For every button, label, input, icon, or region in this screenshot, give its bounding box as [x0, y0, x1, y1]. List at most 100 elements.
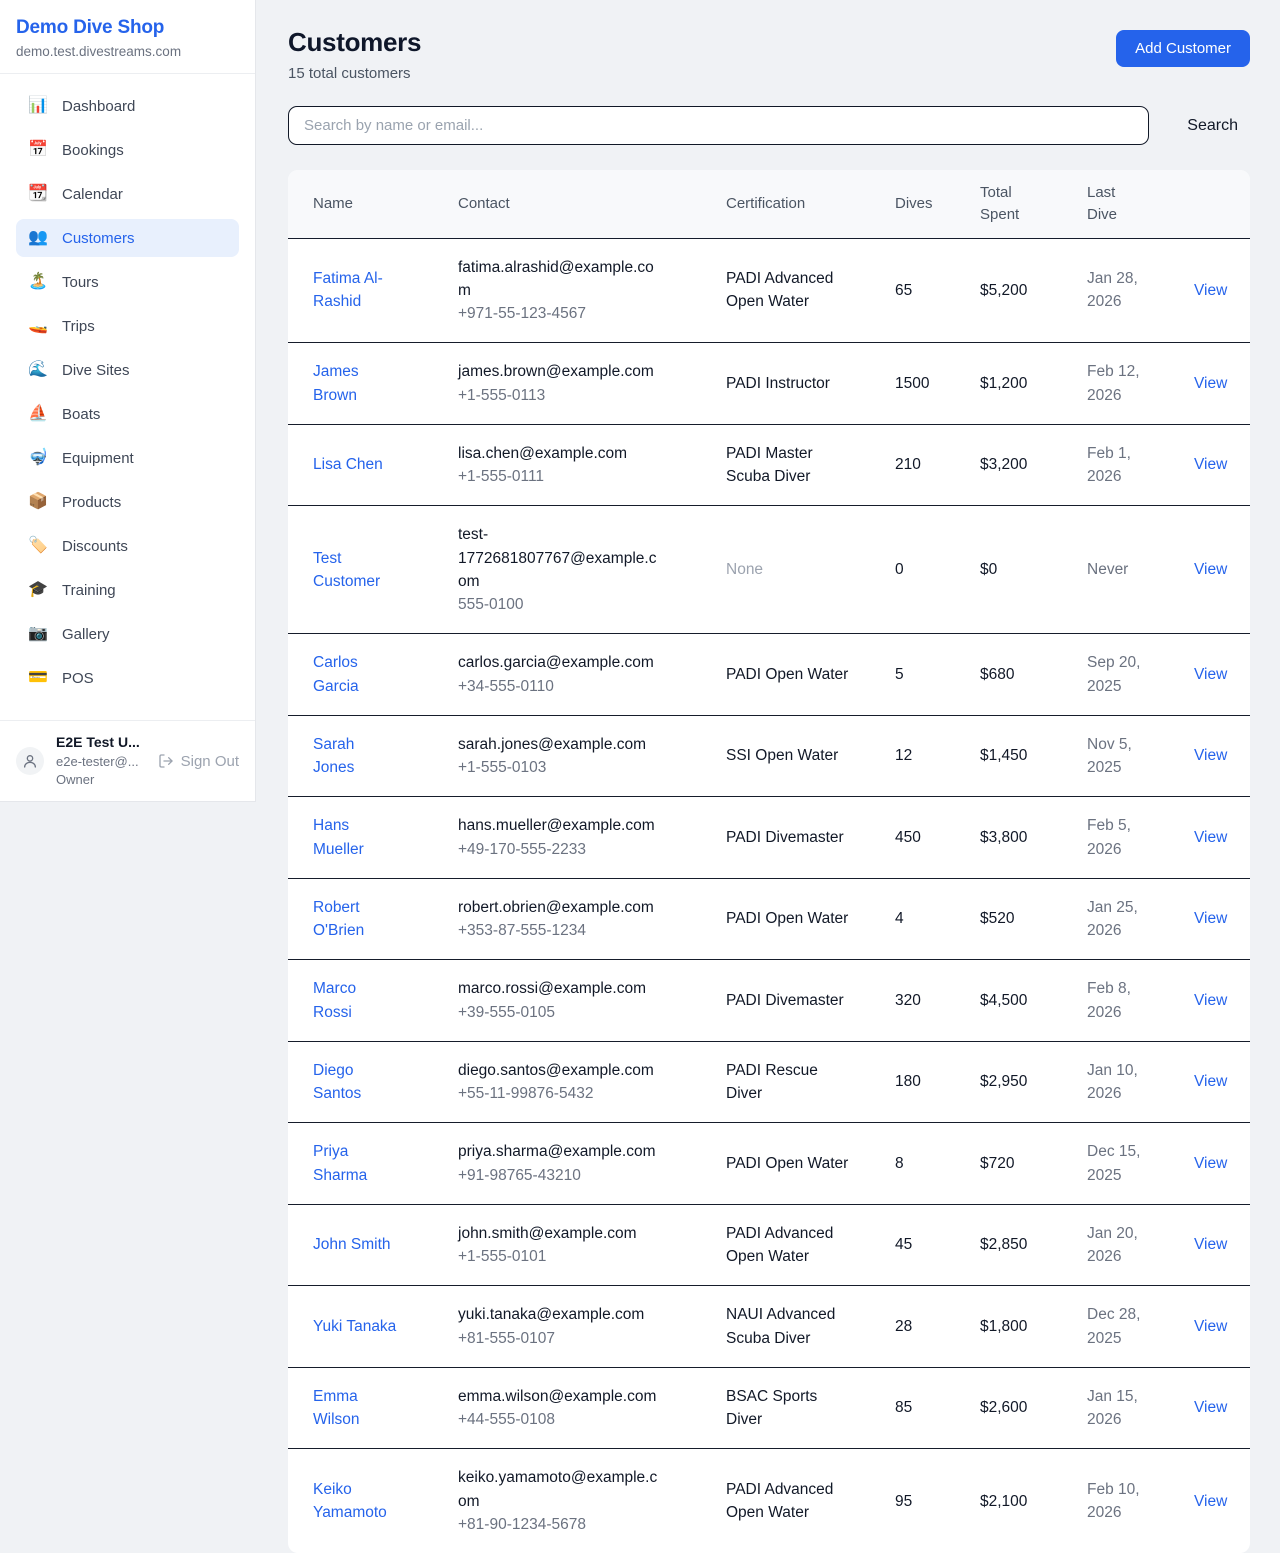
search-row: Search [288, 106, 1250, 145]
customer-name-link[interactable]: Test Customer [313, 550, 380, 590]
customer-last-dive: Never [1087, 561, 1128, 578]
customer-dives: 12 [895, 747, 912, 764]
table-row: Marco Rossi marco.rossi@example.com +39-… [288, 960, 1250, 1042]
customer-name-link[interactable]: Yuki Tanaka [313, 1318, 396, 1335]
sidebar-item-pos[interactable]: 💳 POS [16, 659, 239, 697]
customer-name-link[interactable]: Priya Sharma [313, 1143, 367, 1183]
customer-last-dive: Feb 12, 2026 [1087, 363, 1140, 403]
search-input[interactable] [288, 106, 1149, 145]
customer-name-link[interactable]: Hans Mueller [313, 817, 364, 857]
customer-last-dive: Jan 20, 2026 [1087, 1225, 1138, 1265]
sidebar-item-dive-sites[interactable]: 🌊 Dive Sites [16, 351, 239, 389]
view-link[interactable]: View [1194, 747, 1227, 764]
customer-name-link[interactable]: Robert O'Brien [313, 899, 364, 939]
view-link[interactable]: View [1194, 1318, 1227, 1335]
customers-table: Name Contact Certification Dives Total S… [288, 170, 1250, 1553]
customer-last-dive: Feb 10, 2026 [1087, 1481, 1140, 1521]
customer-total-spent: $680 [980, 666, 1014, 683]
sidebar-item-trips[interactable]: 🚤 Trips [16, 307, 239, 345]
customer-total-spent: $2,600 [980, 1399, 1027, 1416]
sidebar-item-label: Equipment [62, 450, 134, 467]
customer-name-link[interactable]: Sarah Jones [313, 736, 354, 776]
view-link[interactable]: View [1194, 1073, 1227, 1090]
sidebar-item-tours[interactable]: 🏝️ Tours [16, 263, 239, 301]
customer-name-link[interactable]: Carlos Garcia [313, 654, 359, 694]
customer-total-spent: $2,100 [980, 1493, 1027, 1510]
view-link[interactable]: View [1194, 375, 1227, 392]
sidebar-item-customers[interactable]: 👥 Customers [16, 219, 239, 257]
sidebar-item-equipment[interactable]: 🤿 Equipment [16, 439, 239, 477]
customer-total-spent: $3,800 [980, 829, 1027, 846]
table-row: Robert O'Brien robert.obrien@example.com… [288, 878, 1250, 960]
view-link[interactable]: View [1194, 829, 1227, 846]
calendar-icon: 📆 [28, 186, 48, 202]
sidebar-item-products[interactable]: 📦 Products [16, 483, 239, 521]
customer-dives: 45 [895, 1236, 912, 1253]
search-button[interactable]: Search [1175, 109, 1250, 143]
customer-name-link[interactable]: Emma Wilson [313, 1388, 360, 1428]
view-link[interactable]: View [1194, 456, 1227, 473]
sign-out-button[interactable]: Sign Out [158, 753, 239, 770]
customer-email: robert.obrien@example.com [458, 896, 663, 919]
view-link[interactable]: View [1194, 992, 1227, 1009]
customer-name-link[interactable]: Diego Santos [313, 1062, 361, 1102]
sidebar-item-discounts[interactable]: 🏷️ Discounts [16, 527, 239, 565]
customer-certification: PADI Open Water [726, 666, 848, 683]
customer-email: john.smith@example.com [458, 1222, 663, 1245]
table-row: Hans Mueller hans.mueller@example.com +4… [288, 797, 1250, 879]
column-header-last-dive: Last Dive [1062, 170, 1169, 238]
customer-certification: PADI Instructor [726, 375, 830, 392]
sidebar: Demo Dive Shop demo.test.divestreams.com… [0, 0, 256, 802]
customer-name-link[interactable]: Marco Rossi [313, 980, 356, 1020]
sidebar-item-bookings[interactable]: 📅 Bookings [16, 131, 239, 169]
table-row: Test Customer test-1772681807767@example… [288, 506, 1250, 634]
customer-total-spent: $520 [980, 910, 1014, 927]
person-icon [22, 753, 38, 769]
customer-dives: 95 [895, 1493, 912, 1510]
sidebar-nav: 📊 Dashboard 📅 Bookings 📆 Calendar 👥 Cust… [0, 74, 255, 720]
customer-last-dive: Dec 28, 2025 [1087, 1306, 1140, 1346]
table-row: Sarah Jones sarah.jones@example.com +1-5… [288, 715, 1250, 797]
sidebar-item-label: POS [62, 670, 94, 687]
customer-certification: NAUI Advanced Scuba Diver [726, 1306, 835, 1346]
customer-name-link[interactable]: James Brown [313, 363, 359, 403]
view-link[interactable]: View [1194, 910, 1227, 927]
customer-email: emma.wilson@example.com [458, 1385, 663, 1408]
sidebar-item-gallery[interactable]: 📷 Gallery [16, 615, 239, 653]
customer-phone: +81-90-1234-5678 [458, 1513, 663, 1536]
view-link[interactable]: View [1194, 1155, 1227, 1172]
brand-block: Demo Dive Shop demo.test.divestreams.com [0, 0, 255, 74]
add-customer-button[interactable]: Add Customer [1116, 30, 1250, 67]
customer-certification: PADI Advanced Open Water [726, 270, 833, 310]
sidebar-item-training[interactable]: 🎓 Training [16, 571, 239, 609]
table-row: James Brown james.brown@example.com +1-5… [288, 343, 1250, 425]
sidebar-item-calendar[interactable]: 📆 Calendar [16, 175, 239, 213]
sidebar-item-dashboard[interactable]: 📊 Dashboard [16, 87, 239, 125]
view-link[interactable]: View [1194, 1399, 1227, 1416]
customer-name-link[interactable]: Lisa Chen [313, 456, 383, 473]
customer-name-link[interactable]: Fatima Al-Rashid [313, 270, 383, 310]
table-row: Carlos Garcia carlos.garcia@example.com … [288, 634, 1250, 716]
view-link[interactable]: View [1194, 666, 1227, 683]
customer-name-link[interactable]: Keiko Yamamoto [313, 1481, 387, 1521]
view-link[interactable]: View [1194, 1493, 1227, 1510]
sidebar-item-boats[interactable]: ⛵ Boats [16, 395, 239, 433]
customer-email: lisa.chen@example.com [458, 442, 663, 465]
customer-certification: BSAC Sports Diver [726, 1388, 817, 1428]
view-link[interactable]: View [1194, 282, 1227, 299]
customer-name-link[interactable]: John Smith [313, 1236, 391, 1253]
gallery-icon: 📷 [28, 626, 48, 642]
customer-last-dive: Dec 15, 2025 [1087, 1143, 1140, 1183]
view-link[interactable]: View [1194, 561, 1227, 578]
customer-total-spent: $2,950 [980, 1073, 1027, 1090]
customers-table-body: Fatima Al-Rashid fatima.alrashid@example… [288, 238, 1250, 1553]
customer-dives: 450 [895, 829, 921, 846]
table-row: Emma Wilson emma.wilson@example.com +44-… [288, 1367, 1250, 1449]
table-row: Keiko Yamamoto keiko.yamamoto@example.co… [288, 1449, 1250, 1553]
view-link[interactable]: View [1194, 1236, 1227, 1253]
equipment-icon: 🤿 [28, 450, 48, 466]
customer-total-spent: $3,200 [980, 456, 1027, 473]
customer-last-dive: Feb 8, 2026 [1087, 980, 1131, 1020]
customer-dives: 180 [895, 1073, 921, 1090]
customer-phone: +81-555-0107 [458, 1327, 663, 1350]
